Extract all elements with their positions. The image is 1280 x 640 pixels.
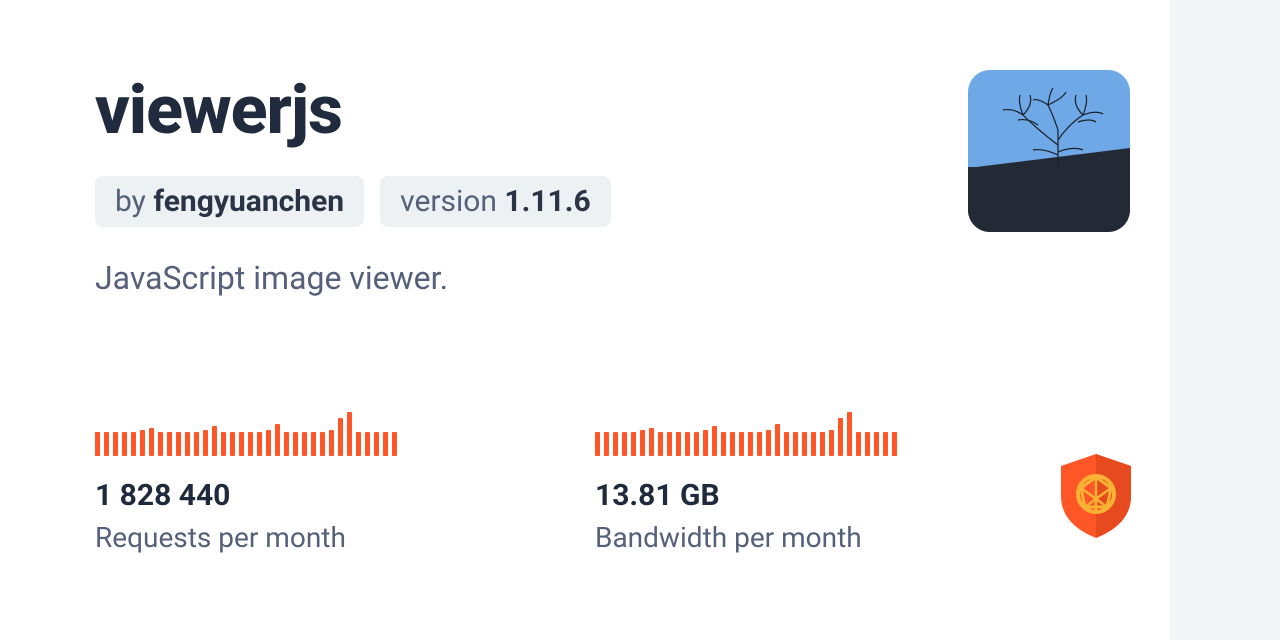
package-avatar [968, 70, 1130, 232]
author-prefix: by [115, 184, 153, 219]
version-pill: version 1.11.6 [380, 176, 611, 227]
bandwidth-label: Bandwidth per month [595, 521, 915, 554]
bandwidth-sparkline [595, 412, 915, 456]
bandwidth-value: 13.81 GB [595, 478, 915, 513]
shield-badge-icon [1057, 452, 1135, 540]
author-pill: by fengyuanchen [95, 176, 364, 227]
author-name: fengyuanchen [153, 184, 344, 219]
package-description: JavaScript image viewer. [95, 259, 1180, 297]
version-prefix: version [400, 184, 504, 219]
requests-stat: 1 828 440 Requests per month [95, 412, 415, 554]
version-value: 1.11.6 [504, 184, 590, 219]
requests-sparkline [95, 412, 415, 456]
side-strip [1170, 0, 1280, 640]
stats-row: 1 828 440 Requests per month 13.81 GB Ba… [95, 412, 1180, 554]
package-card: viewerjs by fengyuanchen version 1.11.6 … [0, 0, 1180, 640]
requests-label: Requests per month [95, 521, 415, 554]
tree-icon [968, 70, 1130, 232]
bandwidth-stat: 13.81 GB Bandwidth per month [595, 412, 915, 554]
requests-value: 1 828 440 [95, 478, 415, 513]
